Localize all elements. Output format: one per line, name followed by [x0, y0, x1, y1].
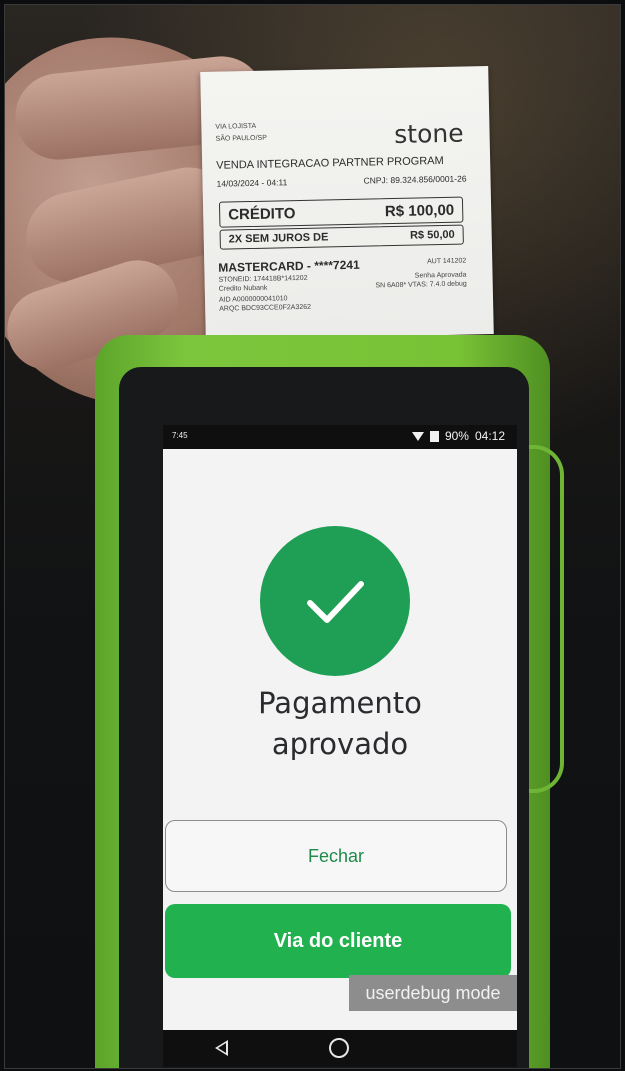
wifi-icon: [411, 431, 424, 441]
check-icon: [307, 581, 364, 623]
home-icon[interactable]: [329, 1038, 349, 1058]
receipt-installment-value: R$ 50,00: [409, 228, 455, 242]
payment-status-title: Pagamento aprovado: [163, 683, 517, 765]
success-badge: [260, 526, 410, 676]
receipt-sn: SN 6A08* VTAS: 7.4.0 debug: [375, 280, 467, 290]
status-clock: 04:12: [474, 429, 505, 443]
debug-mode-label: userdebug mode: [365, 982, 501, 1003]
receipt-brand-logo: stone: [393, 118, 464, 149]
status-right: 90% 04:12: [411, 429, 505, 443]
payment-receipt: VIA LOJISTA SÃO PAULO/SP stone VENDA INT…: [200, 66, 494, 340]
terminal-screen: 7:45 90% 04:12 Pagamento aprovado Fechar…: [163, 425, 517, 1032]
receipt-sale-line: VENDA INTEGRACAO PARTNER PROGRAM: [216, 154, 444, 172]
receipt-credit-box: CRÉDITO R$ 100,00: [218, 196, 464, 228]
battery-percent: 90%: [444, 429, 469, 443]
receipt-aut: AUT 141202: [426, 257, 467, 266]
receipt-credito-nubank: Credito Nubank: [218, 284, 268, 293]
receipt-credit-value: R$ 100,00: [384, 201, 455, 220]
receipt-installment-box: 2X SEM JUROS DE R$ 50,00: [219, 224, 464, 250]
receipt-senha: Senha Aprovada: [414, 271, 467, 280]
close-button[interactable]: Fechar: [165, 820, 507, 892]
receipt-installment-label: 2X SEM JUROS DE: [228, 231, 329, 246]
receipt-date: 14/03/2024 - 04:11 CNPJ: 89.324.856/0001…: [216, 173, 480, 189]
title-line-2: aprovado: [271, 727, 409, 761]
receipt-credit-label: CRÉDITO: [228, 204, 296, 223]
receipt-card-text: MASTERCARD - ****7241: [218, 257, 360, 275]
status-bar: 7:45 90% 04:12: [163, 425, 517, 449]
back-icon[interactable]: [215, 1040, 228, 1056]
receipt-cnpj: CNPJ: 89.324.856/0001-26: [363, 173, 467, 186]
receipt-date-text: 14/03/2024 - 04:11: [216, 177, 288, 189]
navigation-bar: [163, 1030, 517, 1067]
debug-mode-badge: userdebug mode: [349, 975, 517, 1011]
customer-copy-button-label: Via do cliente: [273, 929, 403, 952]
title-line-1: Pagamento: [258, 686, 422, 720]
close-button-label: Fechar: [307, 845, 365, 866]
receipt-stoneid: STONEID: 174418B*141202: [218, 274, 308, 284]
battery-icon: [429, 430, 439, 442]
customer-copy-button[interactable]: Via do cliente: [165, 904, 511, 978]
status-left-text: 7:45: [172, 431, 188, 440]
